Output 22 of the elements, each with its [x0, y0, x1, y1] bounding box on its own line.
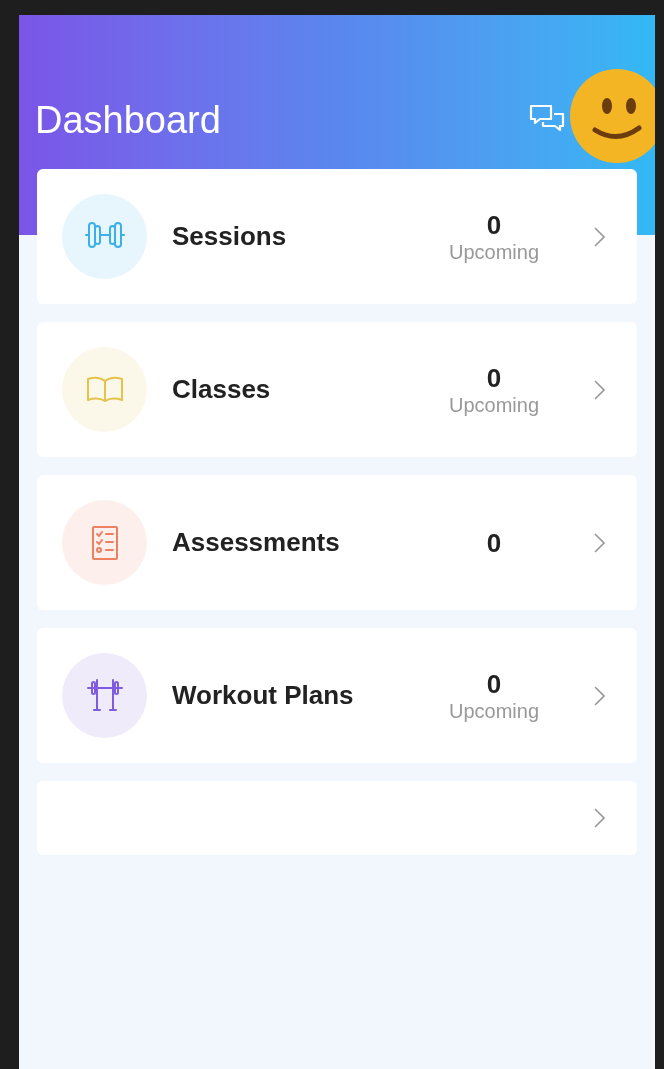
count-caption: Upcoming: [448, 392, 539, 417]
count-value: 0: [486, 209, 502, 240]
count-caption: Upcoming: [448, 698, 539, 723]
smiley-icon: [569, 68, 655, 164]
dashboard-card[interactable]: Sessions 0 Upcoming: [37, 169, 637, 304]
card-title: Sessions: [172, 220, 288, 253]
chevron-right-icon: [594, 808, 605, 828]
count-value: 0: [486, 527, 502, 558]
chevron-right-icon: [594, 226, 605, 247]
page-title: Dashboard: [35, 97, 221, 143]
chevron-right-icon: [594, 685, 605, 706]
dashboard-card[interactable]: Workout Plans 0 Upcoming: [37, 628, 637, 763]
count-caption: Upcoming: [448, 239, 539, 264]
card-title: Workout Plans: [172, 679, 355, 712]
dashboard-card[interactable]: Classes 0 Upcoming: [37, 322, 637, 457]
card-title: Classes: [172, 373, 272, 406]
card-title: Assessments: [172, 526, 341, 559]
count-value: 0: [486, 668, 502, 699]
chevron-right-icon: [594, 379, 605, 400]
dashboard-card[interactable]: Assessments 0: [37, 475, 637, 610]
count-value: 0: [486, 362, 502, 393]
chevron-right-icon: [594, 532, 605, 553]
